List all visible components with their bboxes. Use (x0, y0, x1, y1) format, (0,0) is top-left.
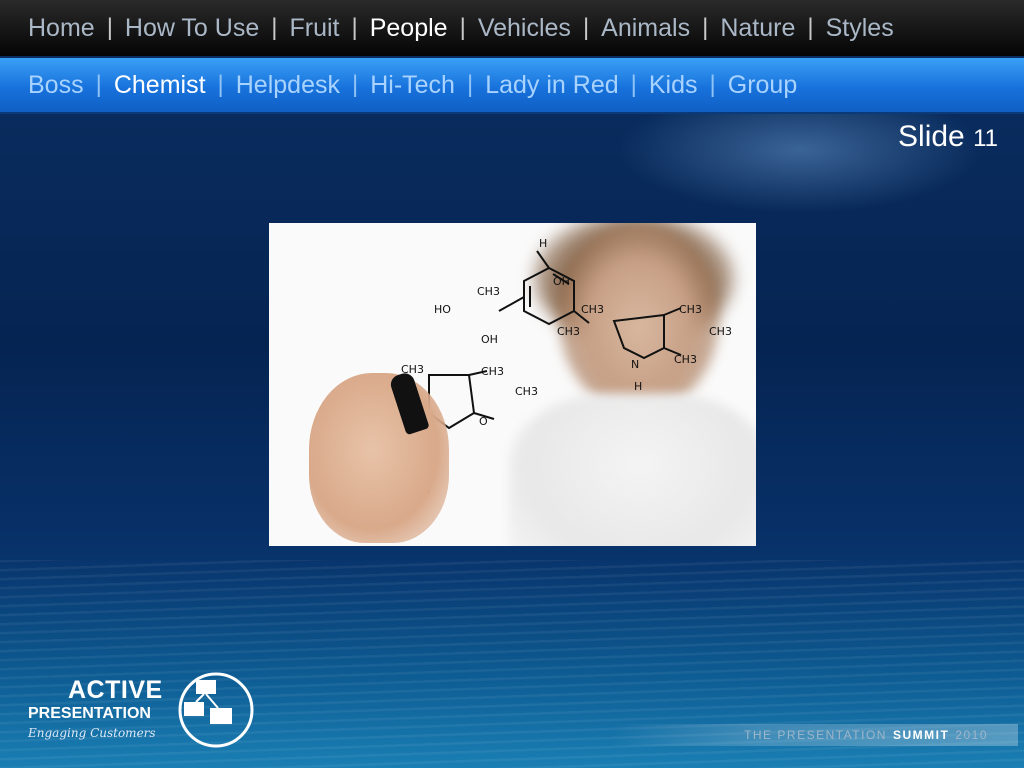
presentation-summit-footer: THE PRESENTATION SUMMIT 2010 (612, 724, 1018, 746)
nav-separator: | (351, 71, 359, 98)
top-nav-styles[interactable]: Styles (826, 14, 894, 43)
nav-separator: | (95, 71, 102, 98)
logo-tagline: Engaging Customers (28, 726, 156, 740)
top-nav-people[interactable]: People (370, 14, 448, 43)
sub-nav-chemist[interactable]: Chemist (114, 71, 206, 100)
nav-separator: | (217, 71, 224, 98)
sub-nav-kids[interactable]: Kids (649, 71, 698, 100)
molecule-label: CH3 (709, 325, 732, 338)
molecule-label: CH3 (679, 303, 702, 316)
sub-nav-helpdesk[interactable]: Helpdesk (236, 71, 340, 100)
top-nav-animals[interactable]: Animals (601, 14, 690, 43)
sub-nav-group[interactable]: Group (728, 71, 797, 100)
nav-separator: | (351, 14, 358, 41)
molecule-label: CH3 (581, 303, 604, 316)
logo-text-presentation: PRESENTATION (28, 705, 151, 722)
chemist-photo: H OH CH3 HO OH CH3 CH3 CH3 N H CH3 CH3 C… (269, 223, 756, 546)
molecule-label: HO (434, 303, 451, 316)
molecule-label: H (539, 237, 547, 250)
nav-separator: | (702, 14, 709, 41)
molecule-label: CH3 (477, 285, 500, 298)
nav-separator: | (709, 71, 716, 98)
top-nav-fruit[interactable]: Fruit (289, 14, 339, 43)
molecule-label: O (479, 415, 488, 428)
sub-nav-lady-in-red[interactable]: Lady in Red (485, 71, 618, 100)
nav-separator: | (807, 14, 814, 41)
footer-the-presentation: THE PRESENTATION (744, 728, 887, 742)
photo-hand (309, 373, 449, 543)
nav-separator: | (630, 71, 637, 98)
logo-text-active: ACTIVE (68, 676, 163, 704)
sub-nav-boss[interactable]: Boss (28, 71, 84, 100)
top-nav-nature[interactable]: Nature (720, 14, 795, 43)
molecule-label: OH (553, 275, 570, 288)
sub-nav: Boss | Chemist | Helpdesk | Hi-Tech | La… (0, 58, 1024, 114)
molecule-label: CH3 (557, 325, 580, 338)
top-nav-vehicles[interactable]: Vehicles (478, 14, 571, 43)
top-nav: Home | How To Use | Fruit | People | Veh… (0, 0, 1024, 56)
molecule-label: CH3 (674, 353, 697, 366)
footer-year: 2010 (955, 728, 988, 742)
slide-label: Slide (898, 120, 965, 153)
active-presentation-logo: ACTIVE PRESENTATION Engaging Customers (28, 672, 258, 750)
molecule-label: CH3 (515, 385, 538, 398)
top-nav-home[interactable]: Home (28, 14, 95, 43)
molecule-label: OH (481, 333, 498, 346)
nav-separator: | (271, 14, 278, 41)
molecule-label: N (631, 358, 639, 371)
sub-nav-hi-tech[interactable]: Hi-Tech (370, 71, 455, 100)
nav-separator: | (582, 14, 590, 41)
top-nav-how-to-use[interactable]: How To Use (125, 14, 259, 43)
slide-number: 11 (973, 125, 998, 152)
nav-separator: | (106, 14, 113, 41)
logo-emblem-icon (178, 672, 254, 748)
slide-number-title: Slide 11 (898, 120, 998, 154)
nav-separator: | (459, 14, 466, 41)
molecule-label: H (634, 380, 642, 393)
footer-summit: SUMMIT (892, 728, 950, 742)
ring-right (612, 313, 665, 360)
molecule-label: CH3 (481, 365, 504, 378)
nav-separator: | (466, 71, 474, 98)
